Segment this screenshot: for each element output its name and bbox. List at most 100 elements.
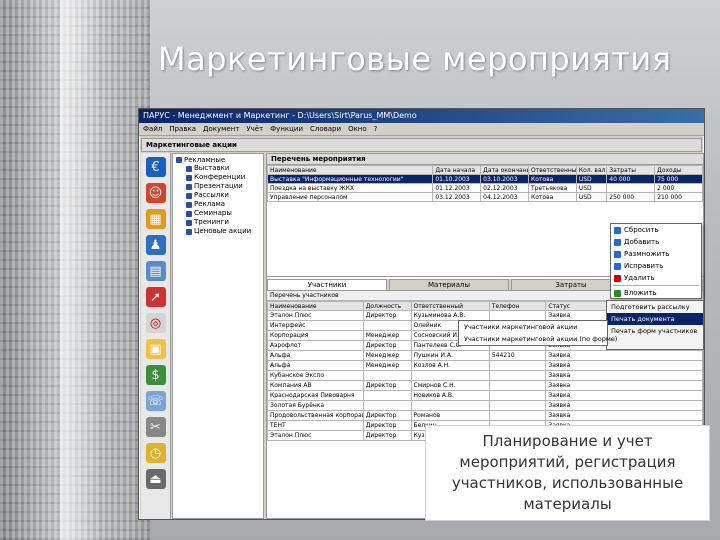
column-header[interactable]: Кол. валюты [575,165,608,175]
table-header: Наименование Дата начала Дата окончания … [266,165,703,175]
menu-item-print-document[interactable]: Печать документа [607,313,703,325]
calendar-icon[interactable]: ▣ [145,339,166,359]
tree-item-exhibitions[interactable]: Выставки [176,164,260,173]
caption-line: мероприятий, регистрация [459,453,676,471]
column-header[interactable]: Должность [362,301,412,311]
column-header[interactable]: Наименование [266,165,434,175]
column-header[interactable]: Затраты [606,165,656,175]
tree-item-advertising[interactable]: Реклама [176,200,260,209]
table-row[interactable]: Краснодарская Пивоварня Новиков А.В. Заявк… [267,390,703,401]
cell [488,410,547,421]
people-icon[interactable]: ☺ [145,183,166,203]
tab-materials[interactable]: Материалы [389,279,509,290]
menu-help[interactable]: ? [374,123,378,135]
menu-item-icon [614,226,621,234]
submenu-item-participants-form[interactable]: Участники маркетинговой акции (по форме) [459,333,617,345]
column-header[interactable]: Доходы [654,165,703,175]
menu-functions[interactable]: Функции [270,123,303,135]
table-row[interactable]: Поездка на выставку ЖКХ 01.12.2003 02.12… [266,183,703,193]
column-header[interactable]: Дата начала [432,165,482,175]
menu-file[interactable]: Файл [143,123,162,135]
cell [410,400,490,411]
tree-item-mailings[interactable]: Рассылки [176,191,260,200]
document-icon[interactable]: ▤ [145,261,166,281]
column-header[interactable]: Ответственный [410,301,490,311]
clock-icon[interactable]: ◷ [145,443,166,463]
menu-dictionaries[interactable]: Словари [310,123,341,135]
menu-item-icon [614,238,621,246]
menu-item-print-forms[interactable]: Печать форм участников [607,325,703,337]
tree-item-price-actions[interactable]: Ценовые акции [176,227,260,236]
cell: 04.12.2003 [480,192,529,202]
cell: Золотая Бурёнка [267,400,364,411]
cell: Романов [410,410,490,421]
table-row[interactable]: Альфа Менеджер Пушкин И.А. 544210 Заявка [267,350,703,361]
menu-accounting[interactable]: Учёт [246,123,263,135]
cell: USD [575,174,608,184]
menu-document[interactable]: Документ [203,123,239,135]
tab-participants[interactable]: Участники [267,279,387,290]
cell: 03.12.2003 [432,192,482,202]
cell: Продовольственная корпорация [267,410,364,421]
table-row[interactable]: Продовольственная корпорация Директор Рома… [267,410,703,421]
cell: Корпорация [267,330,364,341]
tools-icon[interactable]: ✂ [145,417,166,437]
cell [488,400,547,411]
column-header[interactable]: Телефон [488,301,547,311]
cell: Заявка [545,390,703,401]
table-row[interactable]: Золотая Бурёнка Заявка [267,400,703,411]
table-row[interactable]: Управление персоналом 03.12.2003 04.12.2… [266,192,703,202]
tree-item-seminars[interactable]: Семинары [176,209,260,218]
euro-icon[interactable]: € [145,157,166,177]
cell [488,360,547,371]
menu-item-label: Вложить [624,289,657,297]
money-icon[interactable]: $ [145,365,166,385]
tree-item-presentations[interactable]: Презентации [176,182,260,191]
context-menu: Сбросить Добавить Размножить Исправить У… [610,223,702,299]
column-header[interactable]: Дата окончания [480,165,529,175]
window-titlebar: ПАРУС - Менеджмент и Маркетинг - D:\User… [139,109,704,123]
column-header[interactable]: Ответственный [528,165,577,175]
exit-icon[interactable]: ⏏ [145,469,166,489]
menu-item-label: Добавить [624,238,660,246]
menu-item-edit[interactable]: Исправить [611,260,701,272]
submenu-item-participants[interactable]: Участники маркетинговой акции [459,321,607,333]
menu-item-duplicate[interactable]: Размножить [611,248,701,260]
menu-item-reset[interactable]: Сбросить [611,224,701,236]
phone-icon[interactable]: ☏ [145,391,166,411]
cell: Компания АВ [267,380,364,391]
cell: Альфа [267,360,364,371]
menu-item-icon [614,289,621,297]
cell [362,390,412,401]
cell: Управление персоналом [266,192,434,202]
marketing-icon[interactable]: ➚ [145,287,166,307]
table-row[interactable]: Альфа Менеджер Козлов А.Н. Заявка [267,360,703,371]
cell [488,390,547,401]
table-row[interactable]: Кубанское Экспо Заявка [267,370,703,381]
cell: ТЕНТ [267,420,364,431]
tree-item-conferences[interactable]: Конференции [176,173,260,182]
cell: 01.12.2003 [432,183,482,193]
calculator-icon[interactable]: ▦ [145,209,166,229]
column-header[interactable]: Наименование [267,301,364,311]
tree-item-trainings[interactable]: Тренинги [176,218,260,227]
menu-window[interactable]: Окно [348,123,367,135]
table-row[interactable]: Компания АВ Директор Смирнов С.Н. Заявка [267,380,703,391]
tree-item-label: Конференции [194,173,246,181]
caption-line: материалы [523,495,612,513]
menu-item-attach[interactable]: Вложить [611,287,701,299]
menu-edit[interactable]: Правка [169,123,196,135]
cell: 01.10.2003 [432,174,482,184]
cell: Поездка на выставку ЖКХ [266,183,434,193]
cell: USD [575,183,608,193]
table-row[interactable]: Выставка "Информационные технологии" 01.… [266,174,703,184]
user-icon[interactable]: ♟ [145,235,166,255]
cell: Кузьминова А.В. [410,310,490,321]
menu-item-add[interactable]: Добавить [611,236,701,248]
menu-item-delete[interactable]: Удалить [611,272,701,284]
menu-item-prepare-mailing[interactable]: Подготовить рассылку [607,301,703,313]
cell: Менеджер [362,350,412,361]
print-menu: Подготовить рассылку Печать документа Пе… [606,300,704,350]
tree-root[interactable]: Рекламные [176,156,260,164]
target-icon[interactable]: ◎ [145,313,166,333]
